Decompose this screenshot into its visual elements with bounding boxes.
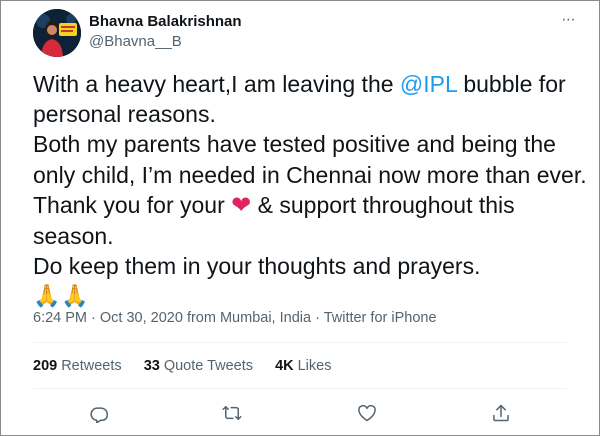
tweet-line: only child, I’m needed in Chennai now mo… [33,161,587,188]
mention-link[interactable]: @IPL [400,71,457,97]
quote-tweets-count: 33 [143,358,160,374]
tweet-text: With a heavy heart,I am leaving the @IPL… [33,69,587,312]
tweet-line: personal reasons. [33,101,216,128]
tweet-text-segment: bubble for [456,71,566,97]
tweet-card: Bhavna Balakrishnan @Bhavna__B ⋯ With a … [0,0,600,436]
tweet-text-segment: & support throughout this [251,191,515,218]
tweet-text-segment: With a heavy heart,I am leaving the [33,71,400,97]
tweet-location: from Mumbai, India [182,310,312,326]
tweet-header: Bhavna Balakrishnan @Bhavna__B ⋯ [33,9,587,59]
folded-hands-emoji: 🙏🙏 [33,283,90,309]
likes-label: Likes [297,358,332,374]
author-display-name[interactable]: Bhavna Balakrishnan [89,12,242,32]
reply-button[interactable] [87,401,111,425]
share-icon [493,404,509,422]
meta-separator: · [311,310,324,326]
author-handle[interactable]: @Bhavna__B [89,32,242,52]
tweet-line: Thank you for your ❤ & support throughou… [33,190,573,221]
author-names: Bhavna Balakrishnan @Bhavna__B [89,12,242,52]
tweet-line: Do keep them in your thoughts and prayer… [33,253,481,280]
divider [33,388,567,389]
like-button[interactable] [355,401,379,425]
tweet-source[interactable]: Twitter for iPhone [324,310,437,326]
quote-tweets-label: Quote Tweets [163,358,254,374]
retweet-icon [222,406,242,420]
retweets-label: Retweets [61,358,122,374]
red-heart-emoji: ❤ [231,191,252,219]
tweet-meta: 6:24 PM · Oct 30, 2020 from Mumbai, Indi… [33,310,437,326]
tweet-stats: 209 Retweets 33 Quote Tweets 4K Likes [33,358,349,374]
likes-stat[interactable]: 4K Likes [275,358,331,374]
avatar[interactable] [33,9,81,57]
tweet-text-segment: Thank you for your [33,191,232,218]
likes-count: 4K [275,358,294,374]
tweet-line: season. [33,223,114,250]
divider [33,342,567,343]
share-button[interactable] [489,401,513,425]
more-options-icon[interactable]: ⋯ [555,11,583,31]
reply-icon [90,407,108,423]
tweet-actions [33,401,567,425]
retweets-stat[interactable]: 209 Retweets [33,358,122,374]
retweet-button[interactable] [220,401,244,425]
meta-separator: · [87,310,100,326]
tweet-line: With a heavy heart,I am leaving the @IPL… [33,69,573,99]
retweets-count: 209 [33,358,58,374]
tweet-date[interactable]: Oct 30, 2020 [100,310,183,326]
like-icon [358,404,376,422]
avatar-image [33,9,81,57]
tweet-timestamp[interactable]: 6:24 PM [33,310,87,326]
tweet-line: Both my parents have tested positive and… [33,131,556,158]
quote-tweets-stat[interactable]: 33 Quote Tweets [144,358,253,374]
